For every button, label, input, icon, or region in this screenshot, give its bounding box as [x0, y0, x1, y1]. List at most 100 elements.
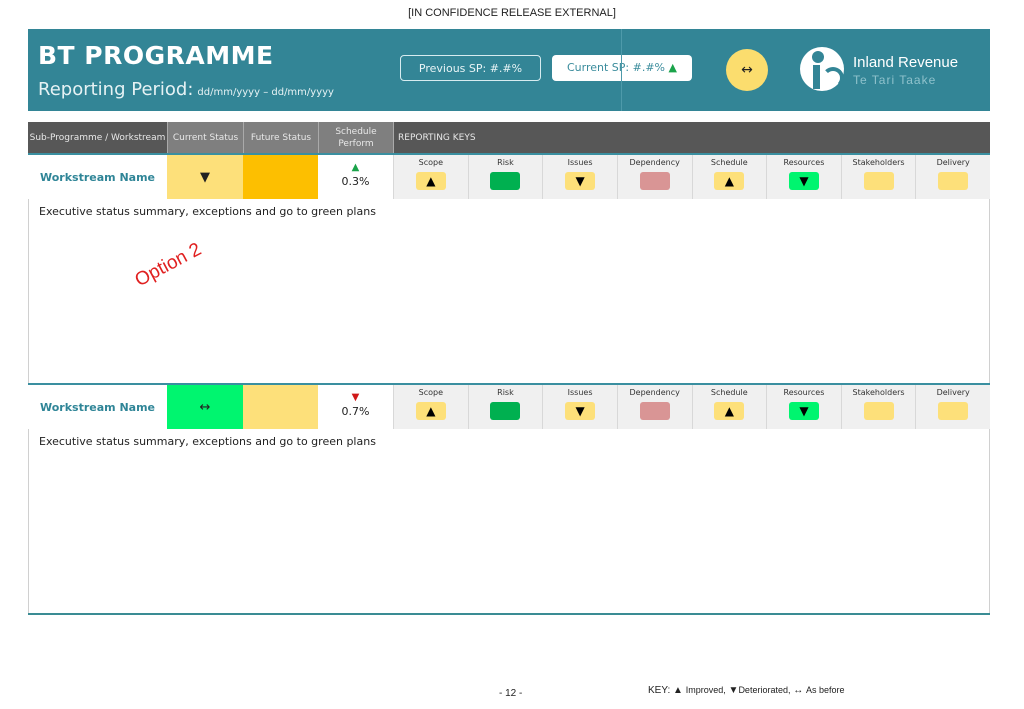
workstream-name: Workstream Name: [40, 170, 155, 184]
deteriorated-icon: ▼: [788, 402, 819, 420]
deteriorated-icon: ▼: [200, 169, 210, 185]
key-label: Issues: [567, 158, 593, 167]
workstream-row: Workstream Name ▼ ▲ 0.3% Scope ▲ Risk Iss…: [28, 153, 990, 199]
deteriorated-icon: ▼: [565, 172, 596, 190]
workstream-name: Workstream Name: [40, 400, 155, 414]
header-workstream: Sub-Programme / Workstream: [28, 122, 167, 153]
ir-logo-icon: [800, 47, 844, 91]
key-resources: Resources ▼: [766, 155, 841, 199]
key-legend-label: KEY:: [648, 685, 671, 696]
key-label: Schedule: [710, 158, 748, 167]
future-status-cell: [243, 155, 318, 199]
status-swatch: [639, 402, 670, 420]
summary-text: Executive status summary, exceptions and…: [39, 435, 376, 448]
status-swatch: [863, 402, 894, 420]
key-risk: Risk: [467, 385, 543, 429]
key-label: Dependency: [629, 388, 680, 397]
key-label: Scope: [418, 158, 443, 167]
deteriorated-icon: ▼: [788, 172, 819, 190]
divider: [621, 29, 622, 111]
summary-text: Executive status summary, exceptions and…: [39, 205, 376, 218]
divider: [28, 613, 990, 615]
key-label: Delivery: [936, 158, 970, 167]
current-sp-text: Current SP: #.#%: [567, 61, 666, 74]
status-swatch: [938, 172, 969, 190]
key-stakeholders: Stakeholders: [840, 385, 916, 429]
deteriorated-icon: ▼: [728, 685, 739, 696]
header-schedule-perform: Schedule Perform: [318, 122, 393, 153]
key-label: Stakeholders: [852, 388, 905, 397]
header-current-status: Current Status: [167, 122, 243, 153]
key-label: Issues: [567, 388, 593, 397]
schedule-value: 0.3%: [341, 175, 370, 188]
key-delivery: Delivery: [915, 385, 990, 429]
logo-maori-name: Te Tari Taake: [853, 73, 937, 87]
key-issues: Issues ▼: [542, 385, 617, 429]
key-label: Stakeholders: [852, 158, 905, 167]
key-issues: Issues ▼: [542, 155, 617, 199]
status-swatch: [863, 172, 894, 190]
key-delivery: Delivery: [915, 155, 990, 199]
as-before-icon: ↔: [199, 399, 211, 415]
key-legend: KEY: ▲ Improved, ▼Deteriorated, ↔ As bef…: [648, 685, 845, 696]
table-header: Sub-Programme / Workstream Current Statu…: [28, 122, 990, 153]
programme-title: BT PROGRAMME: [38, 41, 274, 70]
schedule-value: 0.7%: [341, 405, 370, 418]
key-risk: Risk: [467, 155, 543, 199]
status-swatch: [490, 172, 521, 190]
page-number: - 12 -: [499, 688, 523, 699]
key-label: Resources: [783, 388, 825, 397]
current-sp-badge: Current SP: #.#% ▲: [552, 55, 692, 81]
as-before-label: As before: [806, 685, 845, 695]
workstream-row: Workstream Name ↔ ▼ 0.7% Scope ▲ Risk Iss…: [28, 383, 990, 429]
improved-icon: ▲: [415, 402, 446, 420]
future-status-cell: [243, 385, 318, 429]
trend-down-icon: ▼: [351, 392, 360, 403]
summary-box[interactable]: Executive status summary, exceptions and…: [28, 199, 990, 383]
as-before-icon: ↔: [793, 685, 804, 696]
summary-box[interactable]: Executive status summary, exceptions and…: [28, 429, 990, 613]
current-status-cell: ↔: [167, 385, 243, 429]
reporting-keys: Scope ▲ Risk Issues ▼ Dependency Schedule ▲…: [393, 385, 990, 429]
key-schedule: Schedule ▲: [691, 155, 767, 199]
key-dependency: Dependency: [616, 155, 692, 199]
key-scope: Scope ▲: [393, 385, 468, 429]
trend-up-icon: ▲: [668, 61, 677, 74]
improved-icon: ▲: [673, 685, 683, 696]
trend-up-icon: ▲: [351, 162, 360, 173]
schedule-perform-cell: ▼ 0.7%: [318, 385, 393, 429]
key-label: Risk: [497, 158, 514, 167]
key-resources: Resources ▼: [766, 385, 841, 429]
classification-label: [IN CONFIDENCE RELEASE EXTERNAL]: [408, 7, 616, 19]
header-future-status: Future Status: [243, 122, 318, 153]
improved-icon: ▲: [415, 172, 446, 190]
key-scope: Scope ▲: [393, 155, 468, 199]
overall-trend-badge: ↔: [726, 49, 768, 91]
reporting-period-dates: dd/mm/yyyy – dd/mm/yyyy: [197, 87, 334, 98]
key-label: Dependency: [629, 158, 680, 167]
key-label: Scope: [418, 388, 443, 397]
as-before-icon: ↔: [741, 62, 753, 78]
improved-icon: ▲: [714, 172, 745, 190]
schedule-perform-cell: ▲ 0.3%: [318, 155, 393, 199]
key-label: Risk: [497, 388, 514, 397]
current-status-cell: ▼: [167, 155, 243, 199]
status-swatch: [639, 172, 670, 190]
key-label: Delivery: [936, 388, 970, 397]
key-label: Schedule: [710, 388, 748, 397]
programme-banner: BT PROGRAMME Reporting Period: dd/mm/yyyy…: [28, 29, 990, 111]
previous-sp-badge: Previous SP: #.#%: [400, 55, 541, 81]
status-swatch: [938, 402, 969, 420]
logo-name: Inland Revenue: [853, 54, 959, 71]
key-label: Resources: [783, 158, 825, 167]
reporting-period: Reporting Period: dd/mm/yyyy – dd/mm/yyyy: [38, 79, 334, 100]
key-dependency: Dependency: [616, 385, 692, 429]
deteriorated-icon: ▼: [565, 402, 596, 420]
header-reporting-keys: REPORTING KEYS: [393, 122, 990, 153]
reporting-period-label: Reporting Period:: [38, 79, 194, 100]
key-stakeholders: Stakeholders: [840, 155, 916, 199]
deteriorated-label: Deteriorated,: [738, 685, 791, 695]
improved-label: Improved,: [685, 685, 726, 695]
reporting-keys: Scope ▲ Risk Issues ▼ Dependency Schedule ▲…: [393, 155, 990, 199]
improved-icon: ▲: [714, 402, 745, 420]
